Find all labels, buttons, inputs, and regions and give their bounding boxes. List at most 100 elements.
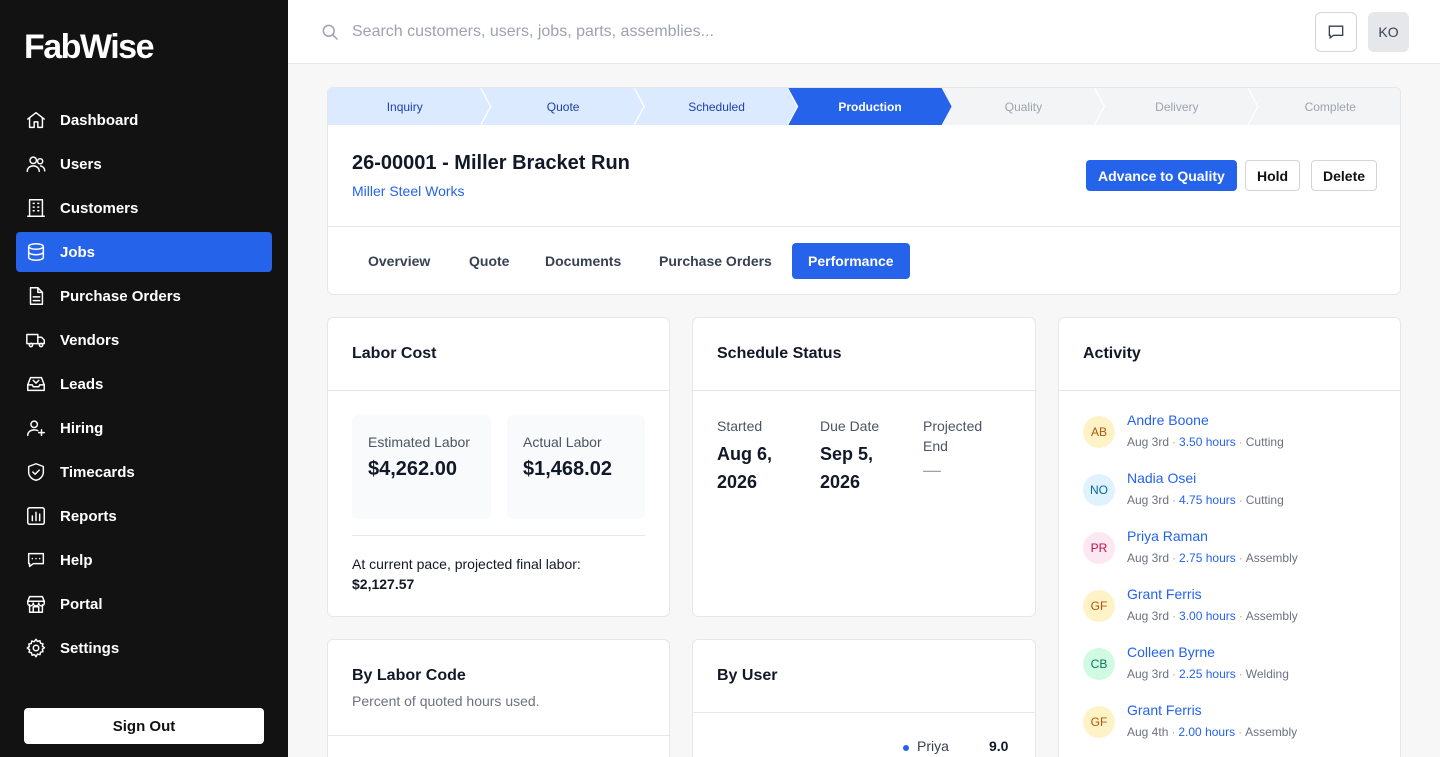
tab-purchase-orders[interactable]: Purchase Orders bbox=[643, 243, 788, 279]
sidebar-item-portal[interactable]: Portal bbox=[16, 584, 272, 624]
delete-button[interactable]: Delete bbox=[1311, 160, 1378, 191]
database-icon bbox=[24, 240, 48, 264]
activity-labor-code: Assembly bbox=[1245, 609, 1298, 623]
tab-documents[interactable]: Documents bbox=[529, 243, 637, 279]
sidebar-item-label: Settings bbox=[60, 639, 120, 657]
stage-delivery[interactable]: Delivery bbox=[1100, 88, 1253, 125]
stage-inquiry[interactable]: Inquiry bbox=[328, 88, 481, 125]
field-label: Projected End bbox=[923, 418, 983, 454]
separator-dot: · bbox=[1238, 725, 1243, 739]
activity-hours[interactable]: 3.00 hours bbox=[1179, 609, 1236, 623]
user-name: Priya bbox=[917, 738, 949, 754]
sidebar-item-users[interactable]: Users bbox=[16, 144, 272, 184]
hold-button[interactable]: Hold bbox=[1245, 160, 1301, 191]
job-card: Inquiry Quote Scheduled Production Quality De… bbox=[327, 87, 1401, 295]
activity-date: Aug 3rd bbox=[1127, 493, 1170, 507]
sidebar-item-label: Leads bbox=[60, 375, 104, 393]
activity-hours[interactable]: 2.75 hours bbox=[1179, 551, 1236, 565]
user-avatar-button[interactable]: KO bbox=[1368, 12, 1409, 52]
sidebar-item-jobs[interactable]: Jobs bbox=[16, 232, 272, 272]
separator-dot: · bbox=[1172, 551, 1177, 565]
advance-to-quality-button[interactable]: Advance to Quality bbox=[1086, 160, 1237, 191]
tab-quote[interactable]: Quote bbox=[453, 243, 525, 279]
stage-scheduled[interactable]: Scheduled bbox=[640, 88, 793, 125]
stage-quote[interactable]: Quote bbox=[486, 88, 639, 125]
customer-link[interactable]: Miller Steel Works bbox=[352, 183, 465, 199]
activity-user-link[interactable]: Grant Ferris bbox=[1127, 702, 1202, 718]
sidebar-item-purchase-orders[interactable]: Purchase Orders bbox=[16, 276, 272, 316]
user-hours: 9.0 bbox=[989, 738, 1009, 754]
sidebar-item-label: Jobs bbox=[60, 243, 96, 261]
messages-button[interactable] bbox=[1315, 12, 1357, 52]
activity-labor-code: Welding bbox=[1245, 667, 1289, 681]
activity-meta: Aug 4th · 2.00 hours · Assembly bbox=[1127, 725, 1297, 739]
panel-title: Schedule Status bbox=[693, 318, 1035, 391]
field-value: Sep 5, 2026 bbox=[820, 444, 874, 492]
search-input[interactable] bbox=[352, 18, 1052, 46]
separator-dot: · bbox=[1172, 609, 1177, 623]
activity-item: GF Grant Ferris Aug 4th · 2.00 hours · Assembl… bbox=[1083, 702, 1383, 756]
sidebar-item-help[interactable]: Help bbox=[16, 540, 272, 580]
tab-performance[interactable]: Performance bbox=[792, 243, 910, 279]
due-date-field: Due Date Sep 5, 2026 bbox=[820, 416, 904, 496]
sidebar-item-customers[interactable]: Customers bbox=[16, 188, 272, 228]
activity-meta: Aug 3rd · 2.25 hours · Welding bbox=[1127, 667, 1289, 681]
activity-item: GF Grant Ferris Aug 3rd · 3.00 hours · Assembl… bbox=[1083, 586, 1383, 640]
labor-cost-panel: Labor Cost Estimated Labor $4,262.00 Act… bbox=[327, 317, 670, 617]
sidebar-item-label: Users bbox=[60, 155, 102, 173]
separator-dot: · bbox=[1238, 435, 1243, 449]
activity-labor-code: Cutting bbox=[1245, 435, 1284, 449]
series-dot bbox=[903, 745, 909, 751]
activity-hours[interactable]: 4.75 hours bbox=[1179, 493, 1236, 507]
gear-icon bbox=[24, 636, 48, 660]
search-icon bbox=[320, 22, 340, 42]
user-plus-icon bbox=[24, 416, 48, 440]
job-title: 26-00001 - Miller Bracket Run bbox=[352, 152, 630, 174]
truck-icon bbox=[24, 328, 48, 352]
activity-labor-code: Cutting bbox=[1245, 493, 1284, 507]
avatar: PR bbox=[1083, 532, 1115, 564]
activity-user-link[interactable]: Andre Boone bbox=[1127, 412, 1209, 428]
stage-complete[interactable]: Complete bbox=[1254, 88, 1400, 125]
sidebar-item-label: Purchase Orders bbox=[60, 287, 181, 305]
sidebar-item-settings[interactable]: Settings bbox=[16, 628, 272, 668]
activity-meta: Aug 3rd · 3.50 hours · Cutting bbox=[1127, 435, 1284, 449]
activity-hours[interactable]: 3.50 hours bbox=[1179, 435, 1236, 449]
sidebar-item-timecards[interactable]: Timecards bbox=[16, 452, 272, 492]
activity-user-link[interactable]: Colleen Byrne bbox=[1127, 644, 1215, 660]
app-logo: FabWise bbox=[24, 28, 155, 66]
users-icon bbox=[24, 152, 48, 176]
field-label: Due Date bbox=[820, 418, 880, 434]
sidebar-nav: Dashboard Users Customers Jobs Purchase Orde… bbox=[16, 100, 272, 672]
activity-user-link[interactable]: Grant Ferris bbox=[1127, 586, 1202, 602]
panel-subtitle: Percent of quoted hours used. bbox=[352, 693, 540, 709]
sidebar-item-label: Vendors bbox=[60, 331, 120, 349]
inbox-icon bbox=[24, 372, 48, 396]
sidebar-item-label: Portal bbox=[60, 595, 103, 613]
activity-meta: Aug 3rd · 4.75 hours · Cutting bbox=[1127, 493, 1284, 507]
avatar: GF bbox=[1083, 590, 1115, 622]
sign-out-button[interactable]: Sign Out bbox=[24, 708, 264, 744]
projection-text: At current pace, projected final labor: bbox=[352, 556, 581, 572]
home-icon bbox=[24, 108, 48, 132]
activity-user-link[interactable]: Nadia Osei bbox=[1127, 470, 1196, 486]
activity-hours[interactable]: 2.25 hours bbox=[1179, 667, 1236, 681]
sidebar-item-reports[interactable]: Reports bbox=[16, 496, 272, 536]
activity-item: NO Nadia Osei Aug 3rd · 4.75 hours · Cutting bbox=[1083, 470, 1383, 524]
top-bar: KO bbox=[288, 0, 1440, 64]
stage-quality[interactable]: Quality bbox=[947, 88, 1100, 125]
sidebar-item-vendors[interactable]: Vendors bbox=[16, 320, 272, 360]
sidebar-item-hiring[interactable]: Hiring bbox=[16, 408, 272, 448]
panel-title: By User bbox=[693, 640, 1035, 713]
sidebar-item-dashboard[interactable]: Dashboard bbox=[16, 100, 272, 140]
avatar: AB bbox=[1083, 416, 1115, 448]
projected-end-field: Projected End — bbox=[923, 416, 1007, 481]
sidebar-item-label: Dashboard bbox=[60, 111, 139, 129]
tab-overview[interactable]: Overview bbox=[352, 243, 446, 279]
sidebar-item-leads[interactable]: Leads bbox=[16, 364, 272, 404]
activity-hours[interactable]: 2.00 hours bbox=[1178, 725, 1235, 739]
stage-progress: Inquiry Quote Scheduled Production Quality De… bbox=[328, 88, 1400, 125]
sidebar-item-label: Help bbox=[60, 551, 93, 569]
stage-production[interactable]: Production bbox=[793, 88, 946, 125]
activity-user-link[interactable]: Priya Raman bbox=[1127, 528, 1208, 544]
